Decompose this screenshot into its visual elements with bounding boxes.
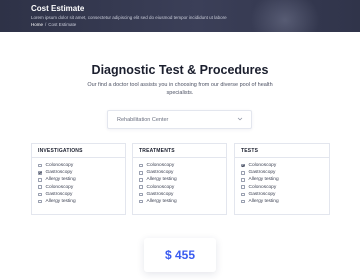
checkbox[interactable] bbox=[241, 185, 245, 189]
checkbox-label: Gastroscopy bbox=[45, 170, 73, 176]
panel-treatments: TREATMENTS Colonoscopy Gastroscopy Aller… bbox=[132, 143, 227, 215]
panel-title: TREATMENTS bbox=[133, 144, 226, 158]
checkbox-label: Gastroscopy bbox=[146, 191, 174, 197]
location-select-value: Rehabilitation Center bbox=[117, 117, 169, 123]
checkbox[interactable] bbox=[139, 178, 143, 182]
checkbox[interactable] bbox=[38, 171, 42, 175]
panel-list: Colonoscopy Gastroscopy Allergy testing … bbox=[133, 158, 226, 205]
checkbox-label: Allergy testing bbox=[146, 199, 177, 205]
checkbox-item[interactable]: Colonoscopy bbox=[38, 162, 125, 169]
checkbox-item[interactable]: Colonoscopy bbox=[38, 184, 125, 191]
checkbox-label: Gastroscopy bbox=[248, 170, 276, 176]
checkbox[interactable] bbox=[241, 163, 245, 168]
checkbox[interactable] bbox=[139, 171, 143, 175]
checkbox[interactable] bbox=[139, 185, 143, 189]
checkbox[interactable] bbox=[139, 163, 143, 168]
panel-list: Colonoscopy Gastroscopy Allergy testing … bbox=[32, 158, 125, 205]
checkbox-label: Colonoscopy bbox=[146, 163, 175, 169]
hero-title: Cost Estimate bbox=[31, 4, 85, 13]
checkbox-item[interactable]: Colonoscopy bbox=[139, 184, 226, 191]
page-hero: Cost Estimate Lorem ipsum dolor sit amet… bbox=[0, 0, 360, 32]
breadcrumb: Home / Cost Estimate bbox=[31, 22, 76, 27]
checkbox[interactable] bbox=[38, 163, 42, 168]
checkbox-item[interactable]: Colonoscopy bbox=[139, 162, 226, 169]
panel-investigations: INVESTIGATIONS Colonoscopy Gastroscopy A… bbox=[31, 143, 126, 215]
checkbox-label: Allergy testing bbox=[45, 199, 76, 205]
panel-tests: TESTS Colonoscopy Gastroscopy Allergy te… bbox=[234, 143, 330, 215]
checkbox-item[interactable]: Allergy testing bbox=[241, 198, 329, 205]
chevron-down-icon bbox=[237, 117, 243, 121]
checkbox-item[interactable]: Allergy testing bbox=[139, 198, 226, 205]
checkbox-item[interactable]: Gastroscopy bbox=[139, 191, 226, 198]
checkbox-item[interactable]: Colonoscopy bbox=[241, 162, 329, 169]
checkbox-item[interactable]: Colonoscopy bbox=[241, 184, 329, 191]
checkbox-label: Colonoscopy bbox=[45, 184, 74, 190]
checkbox-item[interactable]: Allergy testing bbox=[241, 176, 329, 183]
checkbox-label: Colonoscopy bbox=[248, 163, 277, 169]
page-title: Diagnostic Test & Procedures bbox=[91, 63, 269, 77]
checkbox-label: Allergy testing bbox=[248, 177, 279, 183]
checkbox-label: Colonoscopy bbox=[248, 184, 277, 190]
checkbox[interactable] bbox=[38, 185, 42, 189]
checkbox[interactable] bbox=[38, 178, 42, 182]
estimate-amount: $ 455 bbox=[164, 248, 196, 262]
checkbox[interactable] bbox=[241, 171, 245, 175]
breadcrumb-separator: / bbox=[45, 22, 47, 27]
checkbox-label: Gastroscopy bbox=[45, 191, 73, 197]
checkbox-item[interactable]: Gastroscopy bbox=[241, 169, 329, 176]
checkbox-label: Allergy testing bbox=[248, 199, 279, 205]
hero-subtitle: Lorem ipsum dolor sit amet, consectetur … bbox=[31, 15, 227, 20]
checkbox-item[interactable]: Allergy testing bbox=[139, 176, 226, 183]
checkbox-item[interactable]: Gastroscopy bbox=[38, 169, 125, 176]
checkbox[interactable] bbox=[241, 199, 245, 204]
checkbox[interactable] bbox=[139, 199, 143, 204]
checkbox[interactable] bbox=[139, 192, 143, 197]
checkbox[interactable] bbox=[38, 199, 42, 204]
panel-title: TESTS bbox=[235, 144, 329, 158]
checkbox-item[interactable]: Gastroscopy bbox=[139, 169, 226, 176]
location-select[interactable]: Rehabilitation Center bbox=[107, 110, 252, 129]
checkbox-label: Allergy testing bbox=[45, 177, 76, 183]
checkbox-item[interactable]: Allergy testing bbox=[38, 176, 125, 183]
checkbox-label: Gastroscopy bbox=[146, 170, 174, 176]
checkbox-item[interactable]: Allergy testing bbox=[38, 198, 125, 205]
checkbox[interactable] bbox=[38, 192, 42, 197]
checkbox-label: Colonoscopy bbox=[45, 163, 74, 169]
checkbox-label: Allergy testing bbox=[146, 177, 177, 183]
panel-list: Colonoscopy Gastroscopy Allergy testing … bbox=[235, 158, 329, 205]
estimate-card: $ 455 bbox=[144, 238, 216, 272]
checkbox[interactable] bbox=[241, 178, 245, 182]
hero-background-image bbox=[250, 0, 320, 32]
breadcrumb-home-link[interactable]: Home bbox=[31, 22, 43, 27]
checkbox-item[interactable]: Gastroscopy bbox=[38, 191, 125, 198]
breadcrumb-current: Cost Estimate bbox=[48, 22, 77, 27]
checkbox[interactable] bbox=[241, 192, 245, 197]
checkbox-label: Gastroscopy bbox=[248, 191, 276, 197]
checkbox-label: Colonoscopy bbox=[146, 184, 175, 190]
intro-text: Our find a doctor tool assists you in ch… bbox=[87, 82, 273, 96]
panel-title: INVESTIGATIONS bbox=[32, 144, 125, 158]
checkbox-item[interactable]: Gastroscopy bbox=[241, 191, 329, 198]
